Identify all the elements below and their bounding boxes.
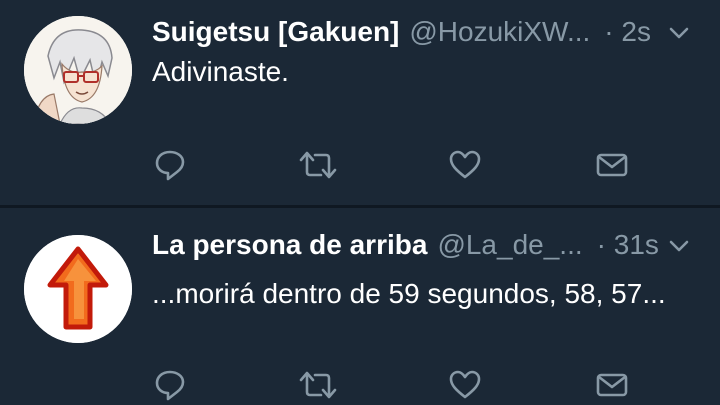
tweet-actions xyxy=(150,365,650,405)
author-handle[interactable]: @La_de_... xyxy=(437,229,582,261)
like-icon[interactable] xyxy=(445,145,485,185)
tweet-text: Adivinaste. xyxy=(152,56,289,87)
tweet-header: Suigetsu [Gakuen] @HozukiXW... · 2s xyxy=(152,12,700,52)
author-name[interactable]: Suigetsu [Gakuen] xyxy=(152,16,399,48)
orange-up-arrow-avatar-icon xyxy=(24,235,132,343)
tweet-header: La persona de arriba @La_de_... · 31s xyxy=(152,225,700,265)
chevron-down-icon[interactable] xyxy=(666,20,692,46)
timeline-feed: Suigetsu [Gakuen] @HozukiXW... · 2s Adiv… xyxy=(0,0,720,405)
tweet[interactable]: Suigetsu [Gakuen] @HozukiXW... · 2s Adiv… xyxy=(0,0,720,205)
author-name[interactable]: La persona de arriba xyxy=(152,229,427,261)
anime-character-avatar-icon xyxy=(24,16,132,124)
tweet-timestamp[interactable]: · 2s xyxy=(604,16,651,48)
tweet-text: ...morirá dentro de 59 segundos, 58, 57.… xyxy=(152,278,666,309)
avatar[interactable] xyxy=(24,235,132,343)
direct-message-icon[interactable] xyxy=(592,365,632,405)
retweet-icon[interactable] xyxy=(298,145,338,185)
tweet-actions xyxy=(150,145,650,185)
reply-icon[interactable] xyxy=(150,145,190,185)
direct-message-icon[interactable] xyxy=(592,145,632,185)
avatar[interactable] xyxy=(24,16,132,124)
chevron-down-icon[interactable] xyxy=(666,233,692,259)
author-handle[interactable]: @HozukiXW... xyxy=(409,16,590,48)
tweet[interactable]: La persona de arriba @La_de_... · 31s ..… xyxy=(0,208,720,405)
reply-icon[interactable] xyxy=(150,365,190,405)
retweet-icon[interactable] xyxy=(298,365,338,405)
like-icon[interactable] xyxy=(445,365,485,405)
tweet-timestamp[interactable]: · 31s xyxy=(597,229,659,261)
